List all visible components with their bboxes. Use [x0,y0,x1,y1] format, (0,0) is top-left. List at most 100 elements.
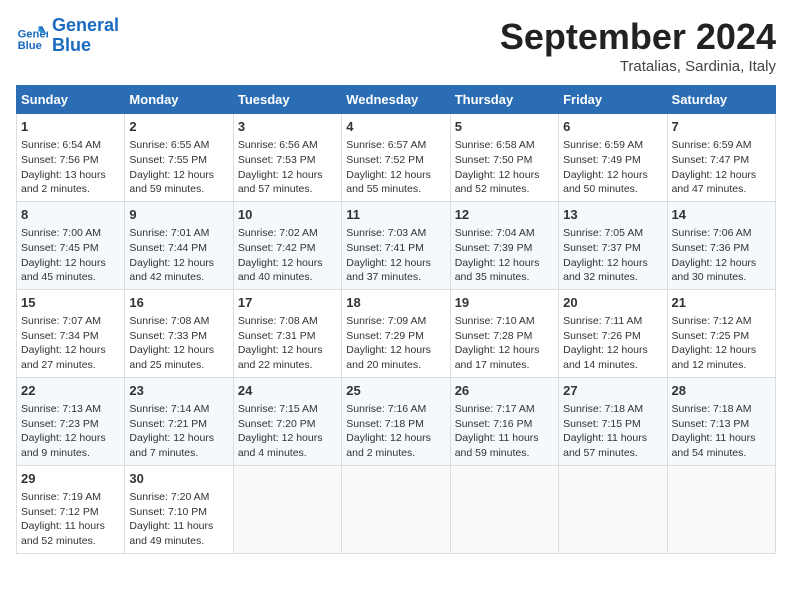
day-number: 8 [21,206,120,224]
day-number: 26 [455,382,554,400]
logo: General Blue General Blue [16,16,119,56]
day-detail: Sunset: 7:21 PM [129,417,228,432]
day-number: 4 [346,118,445,136]
day-number: 19 [455,294,554,312]
day-detail: Sunset: 7:45 PM [21,241,120,256]
day-detail: Daylight: 12 hours [129,343,228,358]
day-detail: Daylight: 11 hours [563,431,662,446]
day-number: 18 [346,294,445,312]
day-detail: and 9 minutes. [21,446,120,461]
calendar-cell [559,465,667,553]
day-detail: Sunset: 7:15 PM [563,417,662,432]
calendar-cell: 29Sunrise: 7:19 AMSunset: 7:12 PMDayligh… [17,465,125,553]
day-detail: Daylight: 12 hours [672,343,771,358]
calendar-cell: 22Sunrise: 7:13 AMSunset: 7:23 PMDayligh… [17,377,125,465]
day-detail: and 27 minutes. [21,358,120,373]
day-detail: Daylight: 12 hours [238,168,337,183]
day-number: 6 [563,118,662,136]
weekday-header-tuesday: Tuesday [233,86,341,114]
day-number: 11 [346,206,445,224]
calendar-cell: 4Sunrise: 6:57 AMSunset: 7:52 PMDaylight… [342,114,450,202]
page-header: General Blue General Blue September 2024… [16,16,776,75]
title-block: September 2024 Tratalias, Sardinia, Ital… [500,16,776,75]
day-detail: Sunset: 7:41 PM [346,241,445,256]
calendar-cell: 8Sunrise: 7:00 AMSunset: 7:45 PMDaylight… [17,201,125,289]
calendar-table: SundayMondayTuesdayWednesdayThursdayFrid… [16,85,776,554]
day-detail: Daylight: 12 hours [129,168,228,183]
day-number: 14 [672,206,771,224]
day-detail: and 22 minutes. [238,358,337,373]
day-number: 21 [672,294,771,312]
day-number: 23 [129,382,228,400]
calendar-cell: 27Sunrise: 7:18 AMSunset: 7:15 PMDayligh… [559,377,667,465]
day-detail: and 54 minutes. [672,446,771,461]
day-detail: Daylight: 12 hours [129,431,228,446]
day-detail: and 4 minutes. [238,446,337,461]
calendar-cell: 6Sunrise: 6:59 AMSunset: 7:49 PMDaylight… [559,114,667,202]
weekday-header-sunday: Sunday [17,86,125,114]
day-number: 28 [672,382,771,400]
day-detail: and 7 minutes. [129,446,228,461]
day-detail: Sunset: 7:29 PM [346,329,445,344]
day-detail: Sunrise: 7:04 AM [455,226,554,241]
day-detail: Sunset: 7:49 PM [563,153,662,168]
day-detail: Sunrise: 6:59 AM [563,138,662,153]
calendar-cell: 23Sunrise: 7:14 AMSunset: 7:21 PMDayligh… [125,377,233,465]
calendar-cell: 18Sunrise: 7:09 AMSunset: 7:29 PMDayligh… [342,289,450,377]
day-detail: Daylight: 12 hours [21,431,120,446]
weekday-header-row: SundayMondayTuesdayWednesdayThursdayFrid… [17,86,776,114]
calendar-cell: 24Sunrise: 7:15 AMSunset: 7:20 PMDayligh… [233,377,341,465]
calendar-week-row: 1Sunrise: 6:54 AMSunset: 7:56 PMDaylight… [17,114,776,202]
day-detail: Sunrise: 7:18 AM [672,402,771,417]
day-detail: Sunrise: 7:17 AM [455,402,554,417]
day-detail: Daylight: 13 hours [21,168,120,183]
calendar-cell: 19Sunrise: 7:10 AMSunset: 7:28 PMDayligh… [450,289,558,377]
weekday-header-saturday: Saturday [667,86,775,114]
day-detail: Sunrise: 6:57 AM [346,138,445,153]
day-number: 12 [455,206,554,224]
weekday-header-monday: Monday [125,86,233,114]
calendar-week-row: 22Sunrise: 7:13 AMSunset: 7:23 PMDayligh… [17,377,776,465]
day-detail: Daylight: 12 hours [129,256,228,271]
day-detail: and 37 minutes. [346,270,445,285]
day-detail: Sunrise: 7:18 AM [563,402,662,417]
day-detail: Sunrise: 7:08 AM [129,314,228,329]
day-detail: Sunset: 7:20 PM [238,417,337,432]
day-number: 29 [21,470,120,488]
day-detail: Sunset: 7:52 PM [346,153,445,168]
day-number: 5 [455,118,554,136]
calendar-cell: 2Sunrise: 6:55 AMSunset: 7:55 PMDaylight… [125,114,233,202]
calendar-week-row: 29Sunrise: 7:19 AMSunset: 7:12 PMDayligh… [17,465,776,553]
day-detail: Sunset: 7:26 PM [563,329,662,344]
calendar-cell: 30Sunrise: 7:20 AMSunset: 7:10 PMDayligh… [125,465,233,553]
day-detail: Sunset: 7:56 PM [21,153,120,168]
day-detail: Daylight: 11 hours [129,519,228,534]
weekday-header-wednesday: Wednesday [342,86,450,114]
day-detail: Sunrise: 7:13 AM [21,402,120,417]
day-detail: Sunrise: 7:11 AM [563,314,662,329]
day-detail: Sunset: 7:50 PM [455,153,554,168]
day-detail: and 45 minutes. [21,270,120,285]
day-number: 22 [21,382,120,400]
day-detail: Daylight: 12 hours [238,343,337,358]
day-detail: Sunrise: 7:06 AM [672,226,771,241]
day-number: 3 [238,118,337,136]
day-detail: Sunrise: 7:12 AM [672,314,771,329]
calendar-cell: 5Sunrise: 6:58 AMSunset: 7:50 PMDaylight… [450,114,558,202]
calendar-week-row: 15Sunrise: 7:07 AMSunset: 7:34 PMDayligh… [17,289,776,377]
calendar-cell: 28Sunrise: 7:18 AMSunset: 7:13 PMDayligh… [667,377,775,465]
weekday-header-friday: Friday [559,86,667,114]
day-detail: Daylight: 12 hours [238,431,337,446]
day-detail: Daylight: 12 hours [563,256,662,271]
calendar-cell: 13Sunrise: 7:05 AMSunset: 7:37 PMDayligh… [559,201,667,289]
day-detail: Daylight: 12 hours [563,343,662,358]
day-detail: and 57 minutes. [563,446,662,461]
day-detail: Sunset: 7:10 PM [129,505,228,520]
weekday-header-thursday: Thursday [450,86,558,114]
day-detail: Sunset: 7:39 PM [455,241,554,256]
location: Tratalias, Sardinia, Italy [500,58,776,75]
day-detail: and 57 minutes. [238,182,337,197]
calendar-cell [450,465,558,553]
day-detail: Sunrise: 7:01 AM [129,226,228,241]
day-number: 10 [238,206,337,224]
